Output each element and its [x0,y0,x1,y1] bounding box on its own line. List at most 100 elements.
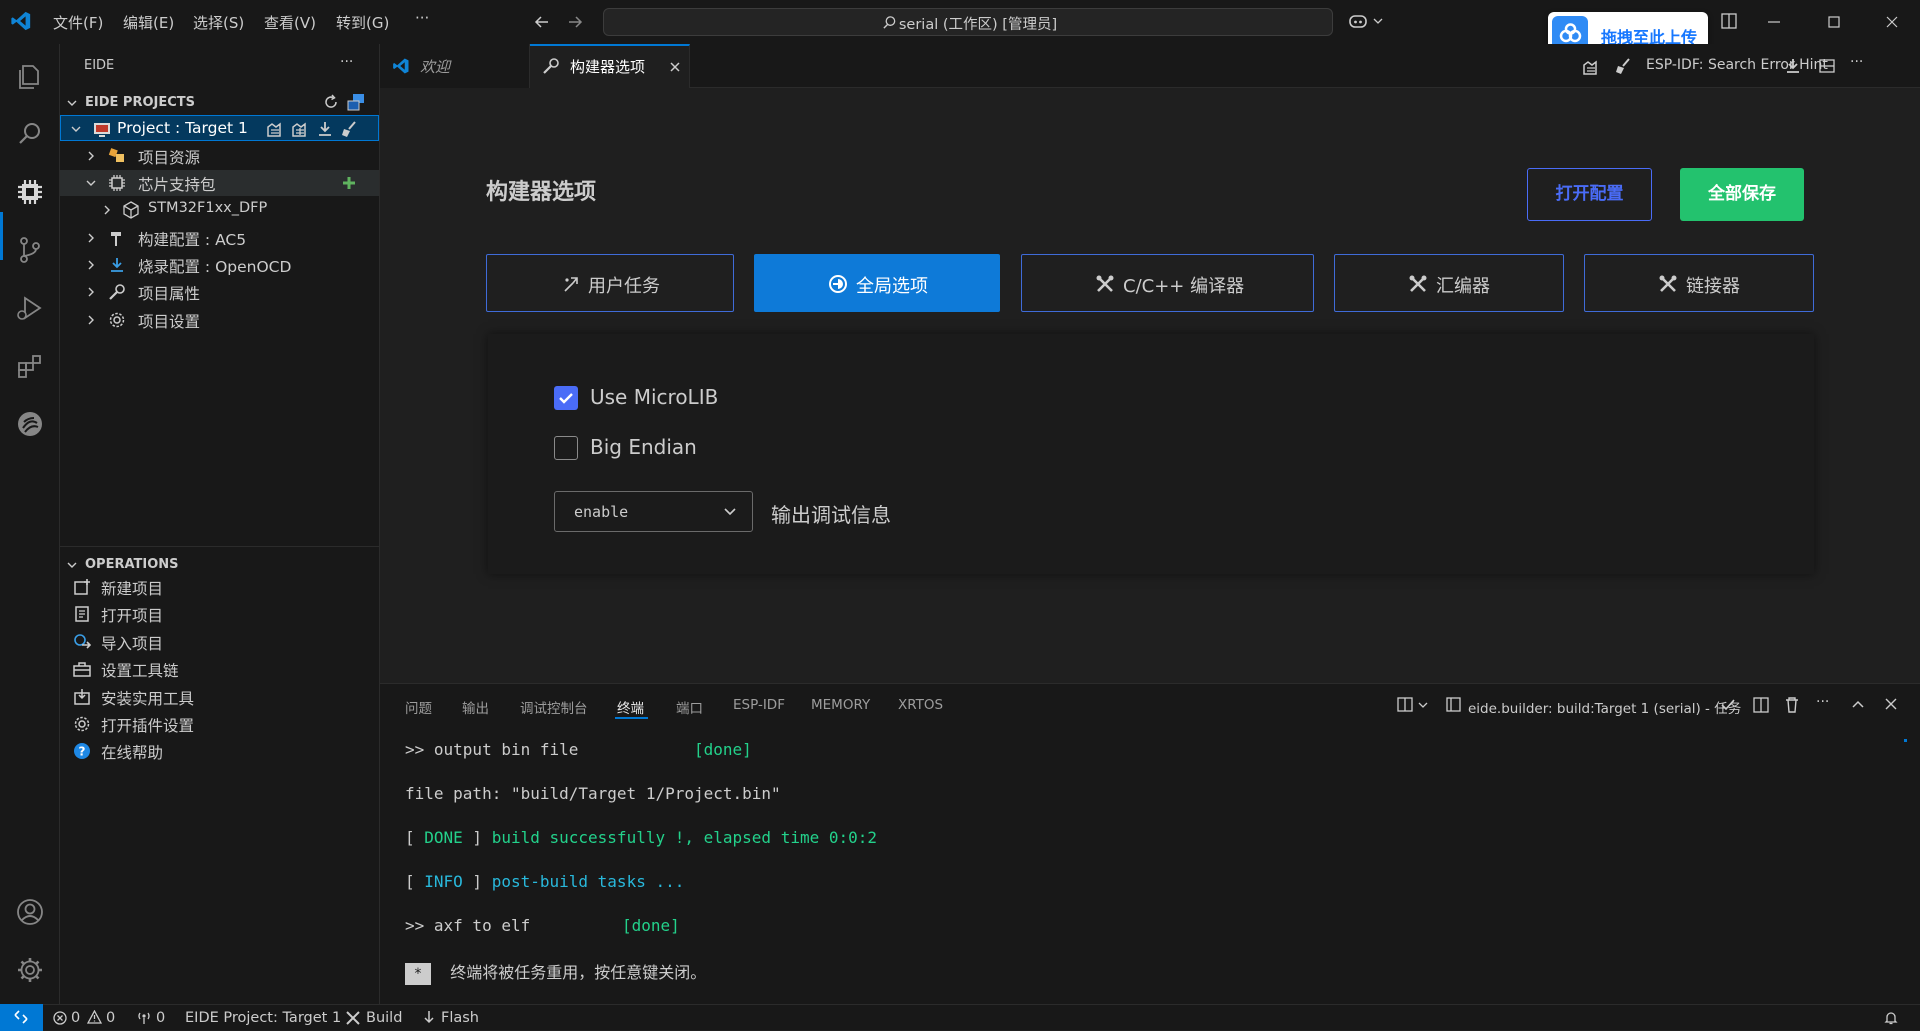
explorer-icon[interactable] [14,60,46,92]
panel-tab-ports[interactable]: 端口 [676,697,703,717]
espressif-icon[interactable] [14,408,46,440]
projects-section-title[interactable]: EIDE PROJECTS [85,95,195,110]
terminal-layout-icon[interactable] [1397,697,1415,713]
remote-indicator[interactable] [0,1004,43,1031]
option-tab-user-tasks[interactable]: 用户任务 [486,254,734,312]
panel-tab-output[interactable]: 输出 [462,697,489,717]
panel-more-button[interactable]: ··· [1816,694,1829,710]
option-tab-global[interactable]: 全局选项 [754,254,1000,312]
op-install-tools[interactable]: 安装实用工具 [70,685,330,711]
flash-button[interactable]: Flash [441,1010,479,1026]
error-count[interactable]: 0 [71,1010,80,1026]
chip-eide-icon[interactable] [14,176,46,208]
panel-tab-debug-console[interactable]: 调试控制台 [520,697,588,717]
tree-item-properties[interactable]: 项目属性 [60,279,379,305]
op-new-project[interactable]: 新建项目 [70,575,330,601]
broadcast-ports-icon[interactable] [136,1010,152,1025]
chevron-down-icon[interactable] [1418,701,1428,709]
tree-item-pack[interactable]: 芯片支持包 [60,170,379,196]
sidebar-more-button[interactable]: ··· [340,54,353,70]
option-tab-compiler[interactable]: C/C++ 编译器 [1021,254,1314,312]
chevron-down-icon[interactable] [66,559,78,571]
extensions-icon[interactable] [14,350,46,382]
run-debug-icon[interactable] [14,292,46,324]
eide-project-status[interactable]: EIDE Project: Target 1 [185,1010,341,1026]
menu-edit[interactable]: 编辑(E) [123,12,174,33]
option-tab-assembler[interactable]: 汇编器 [1334,254,1564,312]
clean-broom-icon[interactable] [1614,57,1632,75]
split-terminal-icon[interactable] [1752,697,1770,713]
operations-section-title[interactable]: OPERATIONS [85,557,179,572]
menu-file[interactable]: 文件(F) [53,12,103,33]
save-all-button[interactable]: 全部保存 [1680,168,1804,221]
toggle-panel-layout-icon[interactable] [1720,12,1738,30]
build-icon[interactable] [266,120,284,138]
error-icon[interactable] [53,1011,67,1025]
notifications-bell-icon[interactable] [1883,1010,1899,1026]
maximize-panel-icon[interactable] [1851,698,1865,710]
download-flash-icon[interactable] [316,120,334,138]
close-icon[interactable] [668,60,682,74]
back-arrow-icon[interactable] [533,13,551,31]
use-microlib-checkbox[interactable] [554,386,578,410]
close-icon[interactable] [1884,14,1900,30]
task-terminal-label[interactable]: eide.builder: build:Target 1 (serial) - … [1468,697,1741,717]
chevron-down-icon[interactable] [66,97,78,109]
tab-builder-options[interactable]: 构建器选项 [530,44,690,89]
command-center-search[interactable]: serial (工作区) [管理员] [603,8,1333,36]
panel-tab-terminal[interactable]: 终端 [617,697,644,717]
build-icon[interactable] [1582,58,1600,76]
tree-item-label: 项目资源 [138,149,201,167]
maximize-icon[interactable] [1826,14,1842,30]
menu-view[interactable]: 查看(V) [264,12,316,33]
tree-item-project[interactable]: Project : Target 1 [60,115,379,141]
refresh-icon[interactable] [322,93,340,111]
copilot-icon[interactable] [1348,11,1370,31]
open-config-button[interactable]: 打开配置 [1527,168,1652,221]
warning-count[interactable]: 0 [106,1010,115,1026]
add-pack-icon[interactable] [340,174,358,192]
close-panel-icon[interactable] [1884,697,1898,711]
tab-welcome[interactable]: 欢迎 [380,44,530,88]
status-bar: 0 0 0 EIDE Project: Target 1 Build Flash [0,1004,1920,1031]
tree-item-build-config[interactable]: 构建配置 : AC5 [60,225,379,251]
tree-item-settings[interactable]: 项目设置 [60,307,379,333]
panel-tab-esp-idf[interactable]: ESP-IDF [733,697,785,713]
op-online-help[interactable]: ? 在线帮助 [70,739,330,765]
tree-item-resources[interactable]: 项目资源 [60,143,379,169]
panel-tab-memory[interactable]: MEMORY [811,697,870,713]
tree-item-dfp[interactable]: STM32F1xx_DFP [60,197,379,223]
ports-count[interactable]: 0 [156,1010,165,1026]
option-tab-linker[interactable]: 链接器 [1584,254,1814,312]
panel-tab-xrtos[interactable]: XRTOS [898,697,943,713]
switch-project-icon[interactable] [346,92,366,112]
split-editor-icon[interactable] [1818,57,1836,75]
download-flash-icon[interactable] [1784,57,1802,75]
menu-selection[interactable]: 选择(S) [193,12,244,33]
settings-gear-icon[interactable] [14,954,46,986]
search-icon[interactable] [14,118,46,150]
op-toolchain[interactable]: 设置工具链 [70,657,330,683]
big-endian-checkbox[interactable] [554,436,578,460]
trash-icon[interactable] [1784,696,1800,714]
op-import-project[interactable]: 导入项目 [70,630,330,656]
chevron-down-icon[interactable] [1373,17,1383,25]
menu-goto[interactable]: 转到(G) [336,12,389,33]
tabbar-more-button[interactable]: ··· [1850,54,1863,70]
source-control-icon[interactable] [14,234,46,266]
section-divider [60,546,379,547]
account-icon[interactable] [14,896,46,928]
menu-more[interactable]: ··· [415,9,429,27]
svg-text:?: ? [79,745,86,759]
rebuild-icon[interactable] [291,120,309,138]
tree-item-flash-config[interactable]: 烧录配置 : OpenOCD [60,252,379,278]
op-plugin-settings[interactable]: 打开插件设置 [70,712,330,738]
forward-arrow-icon[interactable] [566,13,584,31]
clean-broom-icon[interactable] [340,120,358,138]
warning-icon[interactable] [87,1010,102,1024]
op-open-project[interactable]: 打开项目 [70,602,330,628]
panel-tab-problems[interactable]: 问题 [405,697,432,717]
minimize-icon[interactable] [1766,14,1782,30]
build-button[interactable]: Build [366,1010,402,1026]
debug-info-select[interactable]: enable [554,491,753,532]
